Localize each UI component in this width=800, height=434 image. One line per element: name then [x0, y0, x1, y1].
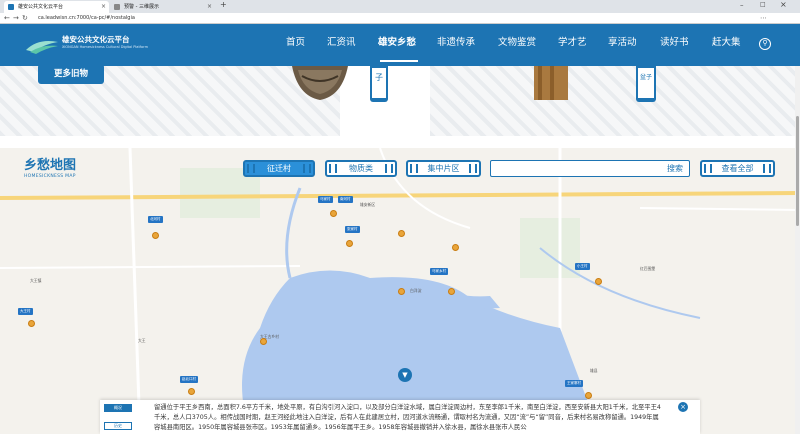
maximize-icon[interactable]: □: [760, 1, 766, 8]
page-scrollbar[interactable]: [795, 66, 800, 434]
menu-icon[interactable]: ⋯: [760, 14, 767, 22]
map-label: 白洋淀: [410, 288, 422, 293]
relic-wood-image[interactable]: [534, 66, 568, 100]
logo-title: 雄安公共文化云平台: [62, 35, 130, 44]
nav-arts[interactable]: 学才艺: [558, 36, 587, 50]
site-header: 雄安公共文化云平台 XIONGAN Homesickness Cultural …: [0, 24, 800, 66]
poi-marker[interactable]: [585, 392, 592, 399]
site-favicon-icon: [8, 4, 14, 10]
link-icon[interactable]: ⚲: [759, 38, 771, 50]
poi-marker[interactable]: [448, 288, 455, 295]
relic-basket-image[interactable]: [292, 66, 348, 100]
nav-nostalgia[interactable]: 雄安乡愁: [378, 36, 416, 50]
logo-subtitle: XIONGAN Homesickness Cultural Digital Pl…: [62, 45, 148, 49]
nav-relics[interactable]: 文物鉴赏: [498, 36, 536, 50]
map-label: 雄县: [590, 368, 598, 373]
page-favicon-icon: [114, 4, 120, 10]
poi-marker[interactable]: [398, 230, 405, 237]
back-icon[interactable]: ←: [4, 14, 10, 23]
tab-active[interactable]: 雄安公共文化云平台 ×: [4, 1, 109, 13]
poi-marker[interactable]: [330, 210, 337, 217]
village-tag[interactable]: 北河村: [148, 216, 163, 223]
filter-concentrated-area[interactable]: 集中片区: [406, 160, 481, 177]
nav-active-underline: [380, 60, 418, 62]
overview-tab[interactable]: 概况: [104, 404, 132, 412]
tab-label: 预警 - 三维展示: [124, 4, 159, 10]
village-tag[interactable]: 赵北口村: [180, 376, 198, 383]
logo-icon[interactable]: [24, 36, 60, 54]
pattern-right: [430, 66, 800, 136]
nav-news[interactable]: 汇资讯: [327, 36, 356, 50]
village-tag[interactable]: 王家寨村: [565, 380, 583, 387]
poi-marker[interactable]: [188, 388, 195, 395]
close-window-icon[interactable]: ×: [780, 0, 787, 9]
forward-icon[interactable]: →: [13, 14, 19, 23]
map-label: 雄安新区: [360, 202, 376, 207]
vertical-tag-left[interactable]: 子: [370, 66, 388, 102]
poi-marker[interactable]: [452, 244, 459, 251]
poi-marker[interactable]: [346, 240, 353, 247]
search-field[interactable]: 搜索: [490, 160, 690, 177]
map-title: 乡愁地图: [24, 158, 77, 173]
poi-marker[interactable]: [152, 232, 159, 239]
village-tag[interactable]: 马家乡村: [430, 268, 448, 275]
nav-home[interactable]: 首页: [286, 36, 305, 50]
village-tag[interactable]: 马家村: [318, 196, 333, 203]
map-subtitle: HOMESICKNESS MAP: [24, 174, 76, 179]
filter-material[interactable]: 物质类: [325, 160, 397, 177]
map-label: 红匹围堡: [640, 266, 656, 271]
info-text: 留通位于平王乡西南，总面积7.6平方千米，地处平原，有白沟引河入淀口，以及部分白…: [154, 404, 661, 431]
tab-label: 雄安公共文化云平台: [18, 4, 64, 10]
address-bar-row: ← → ↻ ca.leadwisn.cn:7000/ca-pc/#/nostal…: [0, 13, 800, 24]
map-label: 大王: [138, 338, 146, 343]
nav-heritage[interactable]: 非遗传承: [437, 36, 475, 50]
info-panel: 概况 历史 留通位于平王乡西南，总面积7.6平方千米，地处平原，有白沟引河入淀口…: [100, 400, 700, 434]
collapse-panel-icon[interactable]: ▼: [398, 368, 412, 382]
history-tab[interactable]: 历史: [104, 422, 132, 430]
filter-relocated-village[interactable]: 征迁村: [243, 160, 315, 177]
more-relics-button[interactable]: 更多旧物: [38, 64, 104, 84]
minimize-icon[interactable]: –: [740, 1, 744, 9]
view-all-button[interactable]: 查看全部: [700, 160, 775, 177]
poi-marker[interactable]: [28, 320, 35, 327]
browser-tab-bar: 雄安公共文化云平台 × 预警 - 三维展示 × + – □ ×: [0, 0, 800, 13]
village-tag[interactable]: 大王村: [18, 308, 33, 315]
poi-marker[interactable]: [260, 338, 267, 345]
nav-reading[interactable]: 读好书: [660, 36, 689, 50]
poi-marker[interactable]: [398, 288, 405, 295]
poi-marker[interactable]: [595, 278, 602, 285]
new-tab-icon[interactable]: +: [220, 0, 227, 9]
nav-market[interactable]: 赶大集: [712, 36, 741, 50]
scrollbar-thumb[interactable]: [796, 116, 799, 226]
village-tag[interactable]: 南河村: [338, 196, 353, 203]
vertical-tag-right[interactable]: 盆子: [636, 66, 656, 102]
map-area[interactable]: 雄安新区 红匹围堡 大王 大王镇 大王古乡村 白洋淀 雄县 马家村 南河村 北河…: [0, 148, 800, 434]
map-label: 大王镇: [30, 278, 42, 283]
close-tab-icon[interactable]: ×: [101, 1, 106, 13]
close-tab-icon[interactable]: ×: [207, 1, 212, 13]
village-tag[interactable]: 小王村: [575, 263, 590, 270]
nav-activities[interactable]: 享活动: [608, 36, 637, 50]
close-panel-icon[interactable]: ×: [678, 402, 688, 412]
tab-inactive[interactable]: 预警 - 三维展示 ×: [110, 1, 215, 13]
search-button[interactable]: 搜索: [667, 163, 683, 174]
village-tag[interactable]: 张家村: [345, 226, 360, 233]
url-input[interactable]: ca.leadwisn.cn:7000/ca-pc/#/nostalgia: [32, 14, 722, 23]
reload-icon[interactable]: ↻: [22, 14, 28, 23]
